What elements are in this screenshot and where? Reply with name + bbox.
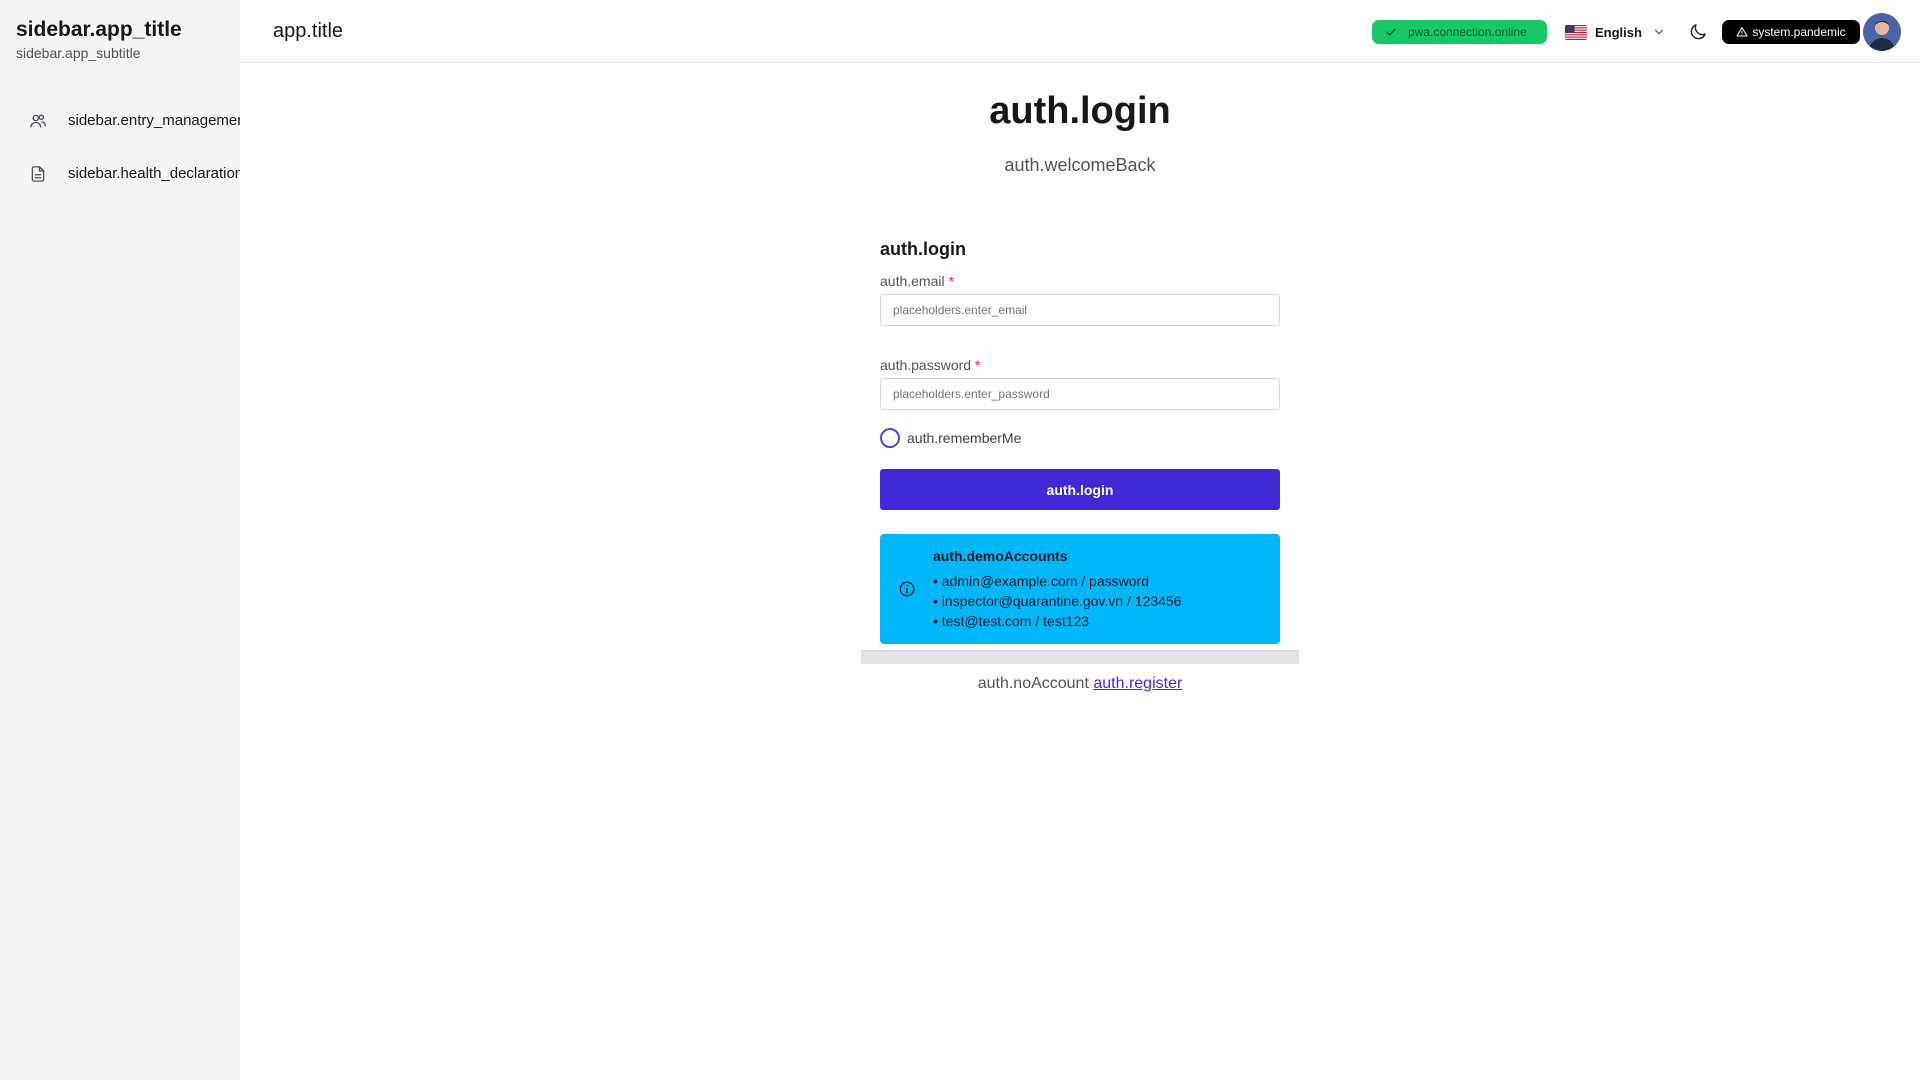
divider (861, 650, 1299, 664)
us-flag-icon (1565, 24, 1587, 40)
users-icon (28, 111, 48, 131)
password-label: auth.password * (880, 356, 1280, 374)
connection-status-label: pwa.connection.online (1408, 25, 1527, 39)
sidebar-item-label: sidebar.health_declaration (68, 165, 240, 182)
remember-me-option[interactable]: auth.rememberMe (880, 428, 1280, 448)
demo-accounts-alert: auth.demoAccounts • admin@example.com / … (880, 534, 1280, 644)
email-label: auth.email * (880, 272, 1280, 290)
register-prompt: auth.noAccount auth.register (240, 675, 1920, 693)
warning-icon (1736, 27, 1748, 37)
login-form-title: auth.login (880, 239, 966, 259)
password-label-text: auth.password (880, 357, 972, 373)
language-label: English (1595, 24, 1642, 40)
register-link[interactable]: auth.register (1093, 675, 1182, 692)
remember-me-checkbox[interactable] (880, 428, 900, 448)
info-icon (899, 581, 915, 597)
check-icon (1386, 28, 1396, 36)
demo-account-line: • test@test.com / test123 (933, 613, 1090, 629)
sidebar-brand: sidebar.app_title sidebar.app_subtitle (0, 0, 240, 64)
demo-accounts-title: auth.demoAccounts (933, 548, 1068, 564)
document-icon (28, 164, 48, 184)
sidebar: sidebar.app_title sidebar.app_subtitle s… (0, 0, 240, 1080)
sidebar-item-label: sidebar.entry_management (68, 112, 240, 129)
top-navbar: app.title pwa.connection.online English (240, 0, 1920, 63)
remember-me-label: auth.rememberMe (907, 430, 1022, 446)
page-title: auth.login (989, 90, 1171, 132)
moon-icon (1690, 24, 1706, 40)
chevron-down-icon (1654, 29, 1664, 35)
login-button[interactable]: auth.login (880, 469, 1280, 510)
system-status-label: system.pandemic (1752, 25, 1846, 39)
avatar[interactable] (1863, 13, 1901, 51)
sidebar-item-health-declaration[interactable]: sidebar.health_declaration (0, 147, 240, 200)
password-field[interactable] (880, 378, 1280, 410)
email-label-text: auth.email (880, 273, 945, 289)
required-marker: * (974, 357, 981, 373)
demo-account-line: • inspector@quarantine.gov.vn / 123456 (933, 593, 1182, 609)
app-title: app.title (273, 20, 344, 42)
theme-toggle-button[interactable] (1686, 20, 1710, 44)
required-marker: * (948, 273, 954, 289)
sidebar-item-entry-management[interactable]: sidebar.entry_management (0, 94, 240, 147)
sidebar-app-title: sidebar.app_title (16, 18, 182, 41)
login-form: auth.login auth.email * auth.password * … (880, 236, 1280, 644)
demo-account-line: • admin@example.com / password (933, 573, 1149, 589)
page-subtitle: auth.welcomeBack (1004, 155, 1156, 175)
language-selector[interactable]: English (1565, 20, 1666, 44)
demo-accounts-body: auth.demoAccounts • admin@example.com / … (933, 547, 1181, 631)
connection-status-badge: pwa.connection.online (1372, 20, 1547, 44)
email-field[interactable] (880, 294, 1280, 326)
system-status-badge: system.pandemic (1722, 20, 1860, 44)
sidebar-nav: sidebar.entry_management sidebar.health_… (0, 94, 240, 200)
no-account-text: auth.noAccount (977, 675, 1089, 692)
sidebar-app-subtitle: sidebar.app_subtitle (16, 45, 141, 61)
